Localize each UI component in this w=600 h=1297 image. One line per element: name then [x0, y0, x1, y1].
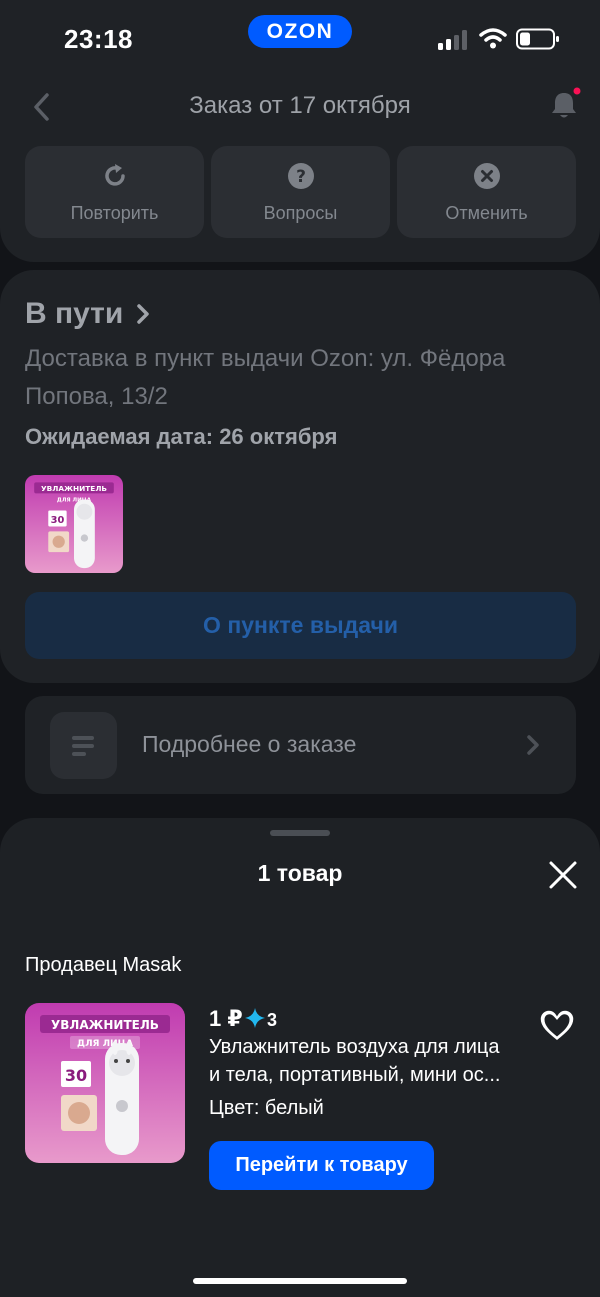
chevron-right-icon	[525, 734, 541, 756]
svg-text:30: 30	[51, 515, 65, 526]
repeat-order-button[interactable]: Повторить	[25, 146, 204, 238]
page-title: Заказ от 17 октября	[189, 92, 411, 119]
question-icon: ?	[287, 162, 315, 190]
star-icon	[245, 1008, 265, 1028]
cancel-icon	[473, 162, 501, 190]
cancel-label: Отменить	[445, 203, 528, 223]
heart-icon	[539, 1009, 575, 1042]
products-bottom-sheet: 1 товар Продавец Masak УВЛАЖНИТЕЛЬ ДЛЯ Л…	[0, 818, 600, 1297]
svg-text:УВЛАЖНИТЕЛЬ: УВЛАЖНИТЕЛЬ	[41, 484, 107, 493]
signal-icon	[438, 30, 468, 50]
home-indicator	[193, 1278, 407, 1284]
status-bar: 23:18 OZON	[0, 0, 600, 80]
questions-button[interactable]: ? Вопросы	[211, 146, 390, 238]
favorite-button[interactable]	[537, 1008, 577, 1044]
seller-name[interactable]: Продавец Masak	[25, 954, 181, 977]
product-rating: 3	[267, 1010, 278, 1030]
expected-date: Ожидаемая дата: 26 октября	[25, 424, 338, 449]
product-name[interactable]: Увлажнитель воздуха для лица и тела, пор…	[209, 1033, 539, 1089]
delivery-address: Доставка в пункт выдачи Ozon: ул. Фёдора…	[25, 345, 506, 410]
product-image[interactable]: УВЛАЖНИТЕЛЬ ДЛЯ ЛИЦА 30	[25, 1003, 185, 1163]
product-color: Цвет: белый	[209, 1097, 324, 1119]
chevron-right-icon[interactable]	[134, 303, 152, 325]
go-to-product-button[interactable]: Перейти к товару	[209, 1141, 434, 1190]
bell-icon	[552, 87, 581, 118]
questions-label: Вопросы	[263, 203, 338, 223]
ozon-logo: OZON	[248, 15, 352, 48]
list-icon	[50, 712, 117, 779]
sheet-title: 1 товар	[257, 860, 343, 886]
svg-text:30: 30	[65, 1066, 87, 1085]
notification-dot	[573, 87, 581, 95]
status-time: 23:18	[64, 24, 133, 54]
wifi-icon	[479, 27, 507, 49]
notifications-button[interactable]	[546, 86, 584, 124]
pickup-point-button[interactable]: О пункте выдачи	[25, 592, 576, 659]
close-icon	[549, 861, 577, 889]
repeat-label: Повторить	[70, 203, 159, 223]
order-details-row[interactable]: Подробнее о заказе	[25, 696, 576, 794]
repeat-icon	[101, 162, 129, 190]
battery-icon	[516, 28, 560, 50]
cancel-order-button[interactable]: Отменить	[397, 146, 576, 238]
close-button[interactable]	[546, 858, 580, 892]
product-name-line-1: Увлажнитель воздуха для лица	[209, 1036, 500, 1058]
svg-text:?: ?	[296, 167, 306, 187]
product-thumbnail[interactable]: УВЛАЖНИТЕЛЬ ДЛЯ ЛИЦА 30	[25, 475, 123, 573]
product-name-line-2: и тела, портативный, мини ос...	[209, 1064, 501, 1086]
product-price: 1 ₽	[209, 1006, 243, 1031]
sheet-grab-handle[interactable]	[270, 830, 330, 836]
order-details-label: Подробнее о заказе	[142, 731, 357, 757]
shipment-status[interactable]: В пути	[25, 297, 123, 331]
svg-text:УВЛАЖНИТЕЛЬ: УВЛАЖНИТЕЛЬ	[51, 1018, 159, 1032]
